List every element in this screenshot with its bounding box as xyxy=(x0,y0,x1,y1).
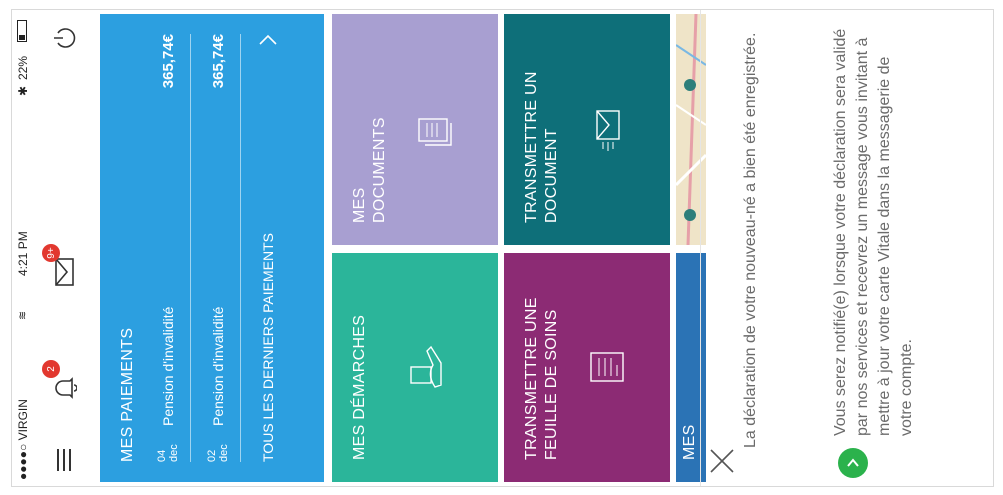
map-image xyxy=(676,14,706,245)
mes-bottom-title: MES xyxy=(681,424,698,460)
phone-screen: ●●●●○ VIRGIN ≋ 4:21 PM ✱ 22% 2 9+ MES PA… xyxy=(12,10,993,486)
notifications-badge: 2 xyxy=(42,360,60,378)
payment-amount: 365,74€ xyxy=(209,34,227,89)
demarches-tile[interactable]: MES DÉMARCHES xyxy=(332,253,498,482)
payment-label: Pension d'invalidité xyxy=(160,306,176,426)
feuille-soins-title: TRANSMETTRE UNE FEUILLE DE SOINS xyxy=(523,297,560,460)
payment-label: Pension d'invalidité xyxy=(210,306,226,426)
all-payments-link[interactable]: TOUS LES DERNIERS PAIEMENTS xyxy=(248,34,288,462)
documents-tile[interactable]: MES DOCUMENTS xyxy=(332,14,498,245)
top-navbar: 2 9+ xyxy=(34,10,92,486)
payments-card: MES PAIEMENTS 04 dec Pension d'invalidité… xyxy=(100,14,324,482)
battery-level: 22% xyxy=(16,55,30,80)
send-document-icon xyxy=(596,110,620,152)
notification-text: Vous serez notifié(e) lorsque votre décl… xyxy=(832,28,915,436)
care-sheet-icon xyxy=(590,352,624,383)
notifications-button[interactable]: 2 xyxy=(42,360,82,406)
messages-badge: 9+ xyxy=(42,244,60,262)
payment-amount: 365,74€ xyxy=(159,34,177,89)
check-icon xyxy=(847,458,859,467)
messages-button[interactable]: 9+ xyxy=(42,244,82,290)
documents-title: MES DOCUMENTS xyxy=(351,117,388,223)
clock: 4:21 PM xyxy=(16,231,30,276)
carrier-label: ●●●●○ VIRGIN xyxy=(16,399,30,480)
bell-icon xyxy=(55,377,77,399)
menu-button[interactable] xyxy=(46,442,82,478)
payment-row[interactable]: 02 dec Pension d'invalidité 365,74€ xyxy=(196,34,241,462)
check-badge xyxy=(838,448,868,478)
battery-fill xyxy=(19,35,25,40)
close-icon xyxy=(710,449,734,473)
feuille-soins-tile[interactable]: TRANSMETTRE UNE FEUILLE DE SOINS xyxy=(504,253,670,482)
battery-icon xyxy=(17,20,27,42)
wifi-icon: ≋ xyxy=(17,310,29,320)
mes-bottom-tile[interactable]: MES xyxy=(676,253,706,482)
power-icon xyxy=(54,28,76,48)
demarches-title: MES DÉMARCHES xyxy=(351,314,368,460)
chevron-right-icon xyxy=(259,34,277,45)
hamburger-icon xyxy=(57,449,71,471)
payment-date: 02 dec xyxy=(206,444,230,462)
transmit-document-tile[interactable]: TRANSMETTRE UN DOCUMENT xyxy=(504,14,670,245)
confirmation-text: La déclaration de votre nouveau-né a bie… xyxy=(742,32,759,448)
app-frame: ●●●●○ VIRGIN ≋ 4:21 PM ✱ 22% 2 9+ MES PA… xyxy=(11,9,994,487)
payment-date: 04 dec xyxy=(156,444,180,462)
folder-hand-icon xyxy=(410,346,442,389)
panel-divider xyxy=(700,10,701,486)
payment-row[interactable]: 04 dec Pension d'invalidité 365,74€ xyxy=(146,34,191,462)
power-button[interactable] xyxy=(46,20,82,56)
map-tile[interactable] xyxy=(676,14,706,245)
payments-title: MES PAIEMENTS xyxy=(119,327,136,462)
status-bar: ●●●●○ VIRGIN ≋ 4:21 PM ✱ 22% xyxy=(12,10,34,486)
bluetooth-icon: ✱ xyxy=(16,85,30,96)
envelope-icon xyxy=(55,258,74,286)
all-payments-label: TOUS LES DERNIERS PAIEMENTS xyxy=(260,233,276,462)
documents-icon xyxy=(418,118,452,147)
transmit-document-title: TRANSMETTRE UN DOCUMENT xyxy=(523,71,560,223)
close-button[interactable] xyxy=(707,446,737,476)
